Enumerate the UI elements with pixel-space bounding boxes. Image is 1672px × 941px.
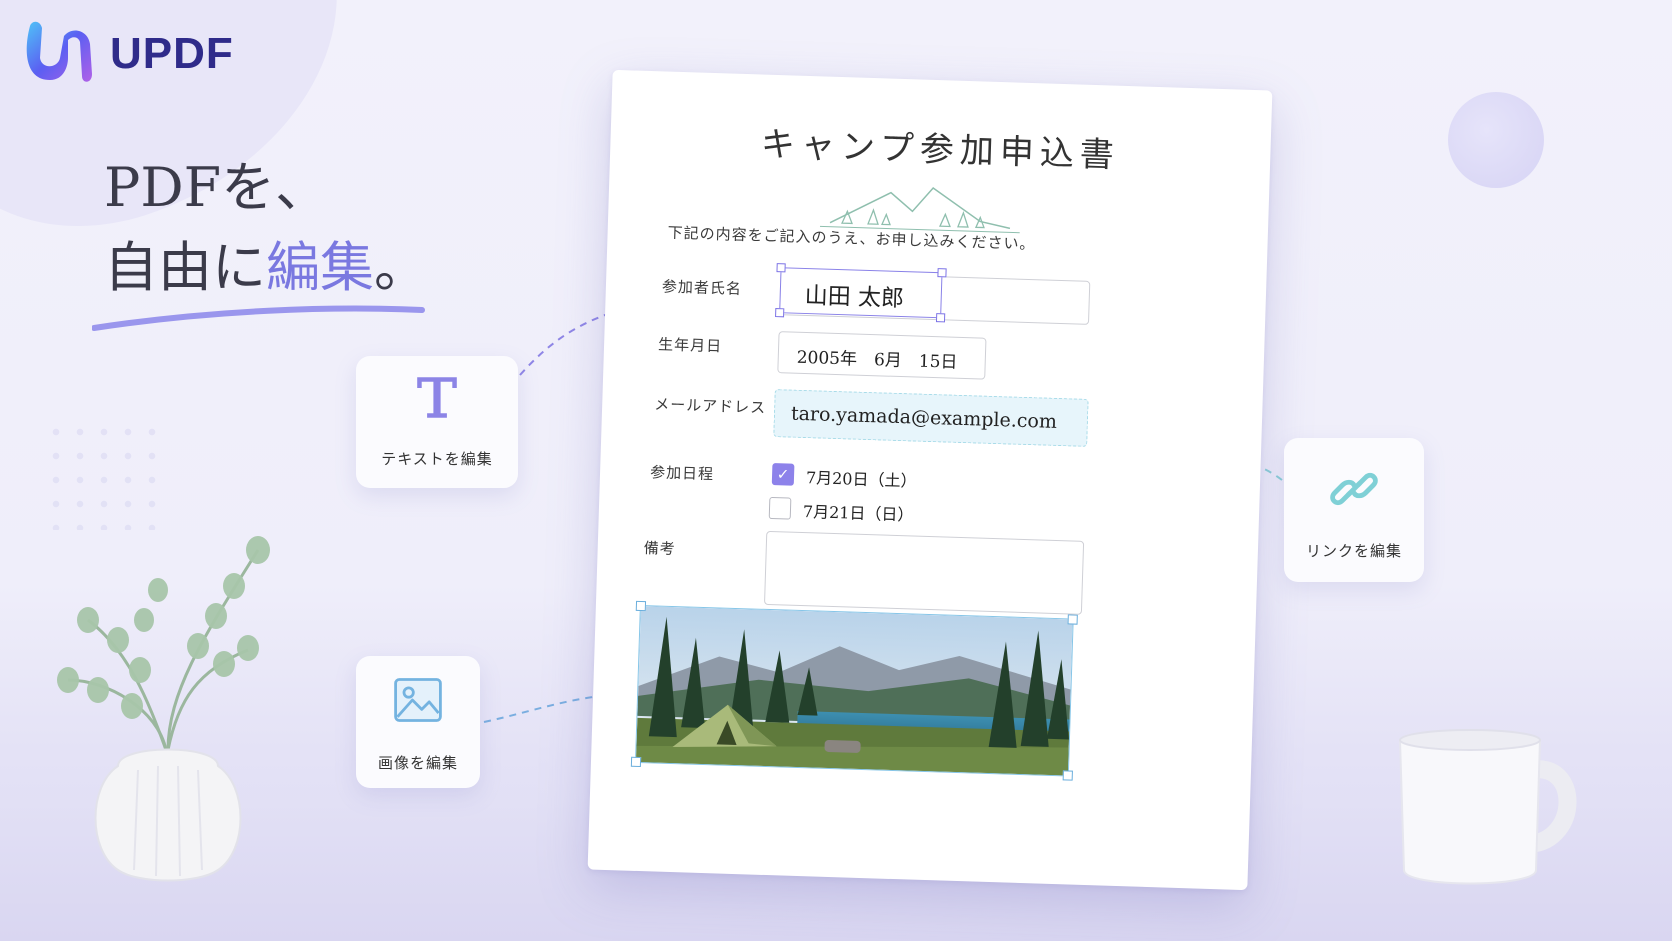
edit-image-label: 画像を編集 bbox=[377, 754, 458, 772]
email-link-value[interactable]: taro.yamada@example.com bbox=[791, 403, 1058, 433]
name-label: 参加者氏名 bbox=[661, 277, 743, 298]
resize-handle[interactable] bbox=[635, 600, 647, 612]
edit-text-label: テキストを編集 bbox=[381, 450, 493, 468]
checkbox-option2[interactable] bbox=[768, 496, 792, 520]
edit-link-button[interactable]: リンクを編集 bbox=[1284, 438, 1424, 582]
name-text-selection[interactable]: 山田 太郎 bbox=[775, 263, 947, 323]
resize-handle[interactable] bbox=[1062, 770, 1073, 781]
resize-handle[interactable] bbox=[630, 756, 642, 768]
resize-handle[interactable] bbox=[935, 313, 946, 323]
name-value[interactable]: 山田 太郎 bbox=[804, 276, 904, 313]
photo-selection[interactable] bbox=[630, 600, 1078, 781]
schedule-label: 参加日程 bbox=[649, 463, 715, 484]
resize-handle[interactable] bbox=[776, 263, 786, 273]
birth-date-value[interactable]: 2005年 6月 15日 bbox=[796, 343, 957, 373]
text-t-icon bbox=[417, 377, 457, 418]
notes-label: 備考 bbox=[643, 539, 677, 559]
edit-image-button[interactable]: 画像を編集 bbox=[356, 656, 480, 788]
email-label: メールアドレス bbox=[653, 395, 767, 417]
pdf-document: キャンプ参加申込書 下記の内容をご記入のうえ、お申し込みください。 参加者氏名 … bbox=[587, 69, 1273, 891]
resize-handle[interactable] bbox=[937, 268, 947, 278]
email-link-field[interactable]: taro.yamada@example.com bbox=[773, 389, 1089, 447]
resize-handle[interactable] bbox=[1067, 614, 1078, 625]
birth-label: 生年月日 bbox=[657, 335, 723, 356]
option2-label: 7月21日（日） bbox=[802, 502, 914, 525]
checkbox-option1[interactable]: ✓ bbox=[771, 463, 795, 486]
camping-lake-photo[interactable] bbox=[636, 605, 1073, 776]
option1-label: 7月20日（土） bbox=[805, 468, 917, 491]
image-icon bbox=[394, 678, 442, 722]
chain-link-icon bbox=[1330, 472, 1378, 506]
edit-text-button[interactable]: テキストを編集 bbox=[356, 356, 518, 488]
plant-vase-illustration bbox=[57, 536, 270, 882]
coffee-mug-illustration bbox=[1398, 729, 1577, 885]
edit-link-label: リンクを編集 bbox=[1305, 542, 1402, 560]
birth-date-field[interactable]: 2005年 6月 15日 bbox=[777, 331, 987, 380]
resize-handle[interactable] bbox=[775, 308, 785, 318]
document-title[interactable]: キャンプ参加申込書 bbox=[610, 112, 1271, 182]
notes-field[interactable] bbox=[763, 530, 1085, 615]
